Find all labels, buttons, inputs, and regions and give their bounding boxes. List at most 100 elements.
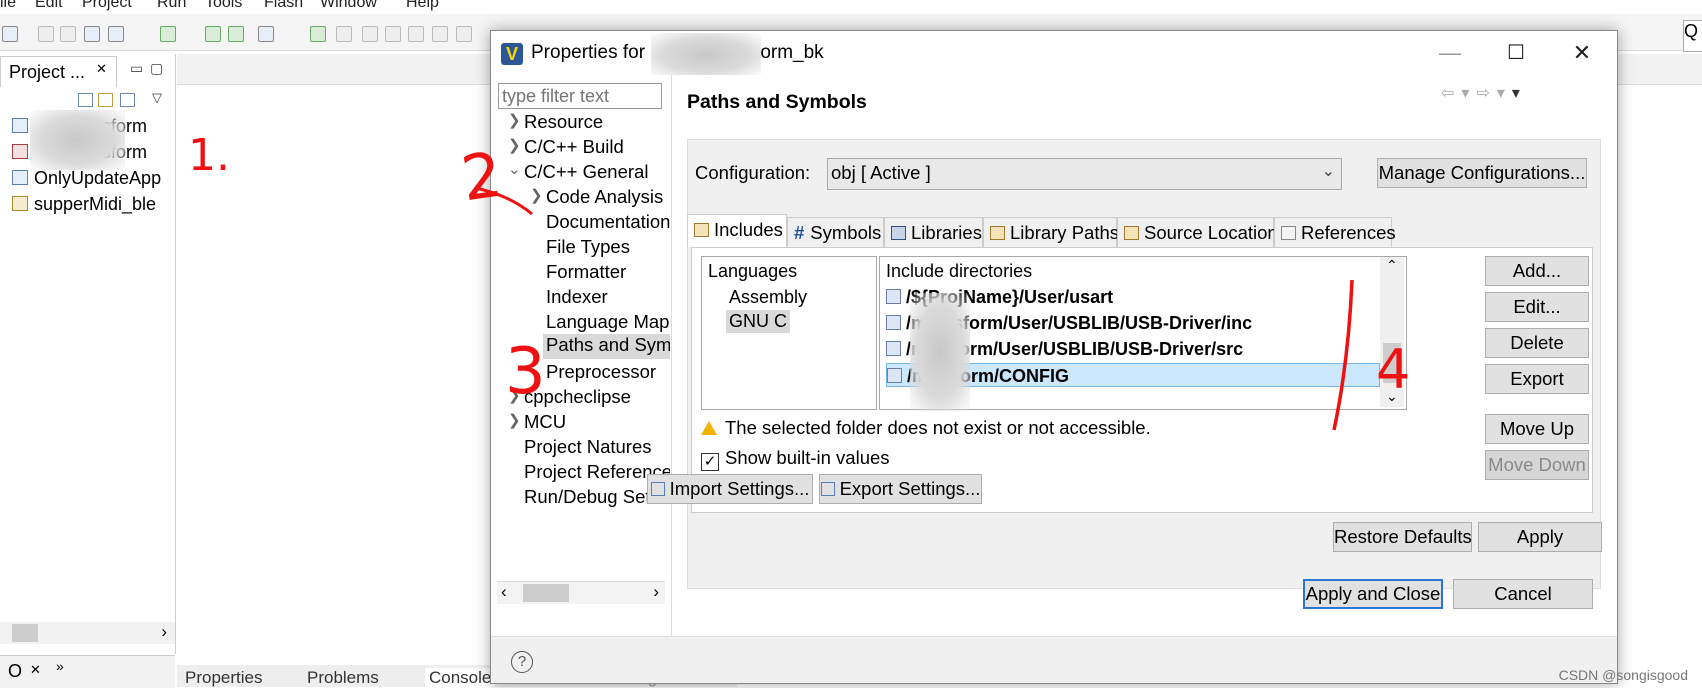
expand-icon[interactable]: ❯	[508, 411, 521, 429]
save-all-icon[interactable]	[60, 26, 76, 42]
step-into-icon[interactable]	[408, 26, 424, 42]
tab-source-location[interactable]: Source Location	[1117, 217, 1278, 247]
menu-file[interactable]: ile	[0, 0, 16, 12]
nav-item-language-mappings[interactable]: Language Mappings	[546, 311, 670, 333]
project-icon[interactable]	[84, 26, 100, 42]
checkbox-checked-icon[interactable]: ✓	[701, 453, 719, 471]
export-settings-button[interactable]: Export Settings...	[819, 474, 982, 504]
configuration-select[interactable]: obj [ Active ] ⌄	[827, 158, 1342, 190]
suspend-icon[interactable]	[362, 26, 378, 42]
nav-item-project-natures[interactable]: Project Natures	[524, 436, 670, 458]
toolbar-icon[interactable]	[2, 26, 18, 42]
tab-references[interactable]: References	[1274, 217, 1396, 247]
quick-access-field[interactable]: Q	[1683, 20, 1702, 52]
apply-and-close-button[interactable]: Apply and Close	[1303, 579, 1443, 609]
filter-input[interactable]	[498, 83, 662, 109]
tab-console[interactable]: Console	[425, 668, 496, 688]
expand-icon[interactable]: ❯	[508, 136, 521, 154]
menu-help[interactable]: Help	[406, 0, 439, 12]
forward-icon[interactable]: ⇨▾	[1476, 85, 1511, 102]
nav-item-indexer[interactable]: Indexer	[546, 286, 608, 308]
scroll-thumb[interactable]	[523, 584, 569, 602]
nav-item-cc-build[interactable]: ❯ C/C++ Build	[508, 136, 624, 158]
nav-item-paths-and-symbols[interactable]: Paths and Symbols	[543, 334, 670, 359]
close-icon[interactable]: ✕	[96, 61, 107, 77]
manage-configurations-button[interactable]: Manage Configurations...	[1377, 158, 1587, 188]
outline-tab[interactable]: O ✕ »	[0, 655, 175, 688]
save-icon[interactable]	[38, 26, 54, 42]
tab-includes[interactable]: Includes	[687, 214, 787, 247]
close-icon[interactable]: ✕	[1549, 31, 1615, 75]
collapse-all-icon[interactable]	[78, 93, 93, 107]
stop-icon[interactable]	[385, 26, 401, 42]
nav-item-code-analysis[interactable]: Code Analysis	[546, 186, 670, 208]
maximize-icon[interactable]: ▢	[150, 60, 163, 77]
expand-icon[interactable]: ❯	[508, 111, 521, 129]
nav-hscrollbar[interactable]: ‹ ›	[497, 581, 665, 604]
menu-run[interactable]: Run	[157, 0, 186, 12]
restore-defaults-button[interactable]: Restore Defaults	[1333, 522, 1472, 552]
step-over-icon[interactable]	[432, 26, 448, 42]
tab-symbols[interactable]: # Symbols	[787, 217, 884, 247]
move-up-button[interactable]: Move Up	[1485, 414, 1589, 444]
grid-icon[interactable]	[108, 26, 124, 42]
project-explorer-tab[interactable]: Project ... ✕	[0, 56, 117, 87]
debug-icon[interactable]	[205, 26, 221, 42]
menu-flash[interactable]: Flash	[264, 0, 303, 12]
show-builtin-checkbox-row[interactable]: ✓ Show built-in values	[701, 447, 890, 471]
tree-item-project[interactable]: OnlyUpdateApp	[12, 168, 161, 189]
download-icon[interactable]	[258, 26, 274, 42]
nav-item-formatter[interactable]: Formatter	[546, 261, 626, 283]
scroll-up-icon[interactable]: ⌃	[1386, 257, 1398, 274]
nav-item-mcu[interactable]: ❯ MCU	[508, 411, 566, 433]
more-views-icon[interactable]: »	[56, 658, 64, 674]
menu-edit[interactable]: Edit	[35, 0, 63, 12]
filter-icon[interactable]	[120, 93, 135, 107]
layers-icon[interactable]	[228, 26, 244, 42]
export-button[interactable]: Export	[1485, 364, 1589, 394]
language-item-selected[interactable]: GNU C	[726, 310, 790, 333]
nav-item-documentation[interactable]: Documentation	[546, 211, 670, 233]
delete-button[interactable]: Delete	[1485, 328, 1589, 358]
import-settings-button[interactable]: Import Settings...	[647, 474, 813, 504]
menu-window[interactable]: Window	[320, 0, 377, 12]
maximize-icon[interactable]: ☐	[1483, 31, 1549, 75]
move-down-button[interactable]: Move Down	[1485, 450, 1589, 480]
step-return-icon[interactable]	[456, 26, 472, 42]
scroll-left-icon[interactable]: ‹	[501, 582, 507, 602]
menu-tools[interactable]: Tools	[205, 0, 242, 12]
apply-button[interactable]: Apply	[1478, 522, 1602, 552]
minimize-icon[interactable]: ▭	[130, 60, 143, 77]
collapse-icon[interactable]: ⌄	[508, 160, 521, 178]
help-icon[interactable]: ?	[511, 651, 533, 673]
view-menu-icon[interactable]: ▾	[1512, 85, 1527, 102]
tree-item-project[interactable]: supperMidi_ble	[12, 194, 156, 215]
close-icon[interactable]: ✕	[30, 662, 41, 678]
cancel-button[interactable]: Cancel	[1453, 579, 1593, 609]
nav-item-preprocessor[interactable]: Preprocessor	[546, 361, 670, 383]
nav-item-cc-general[interactable]: ⌄ C/C++ General	[508, 161, 648, 183]
nav-item-resource[interactable]: ❯ Resource	[508, 111, 603, 133]
menu-project[interactable]: Project	[82, 0, 132, 12]
language-item[interactable]: Assembly	[729, 287, 807, 308]
tab-problems[interactable]: Problems	[307, 668, 379, 688]
minimize-icon[interactable]: —	[1417, 31, 1483, 75]
tab-properties[interactable]: Properties	[185, 668, 262, 688]
resume-icon[interactable]	[336, 26, 352, 42]
dialog-title-bar[interactable]: V Properties for orm_bk — ☐ ✕	[491, 31, 1617, 77]
build-icon[interactable]	[160, 26, 176, 42]
edit-button[interactable]: Edit...	[1485, 292, 1589, 322]
tab-libraries[interactable]: Libraries	[884, 217, 983, 247]
view-menu-icon[interactable]: ▽	[152, 90, 162, 106]
scroll-right-icon[interactable]: ›	[653, 582, 659, 602]
console-icon[interactable]	[310, 26, 326, 42]
nav-item-file-types[interactable]: File Types	[546, 236, 630, 258]
scroll-thumb[interactable]	[12, 624, 38, 642]
explorer-hscrollbar[interactable]: ›	[0, 622, 175, 644]
scroll-right-icon[interactable]: ›	[161, 622, 167, 642]
tab-library-paths[interactable]: Library Paths	[983, 217, 1119, 247]
back-icon[interactable]: ⇦▾	[1441, 85, 1476, 102]
annotation-4: 4	[1376, 338, 1411, 401]
link-editor-icon[interactable]	[98, 93, 113, 107]
add-button[interactable]: Add...	[1485, 256, 1589, 286]
